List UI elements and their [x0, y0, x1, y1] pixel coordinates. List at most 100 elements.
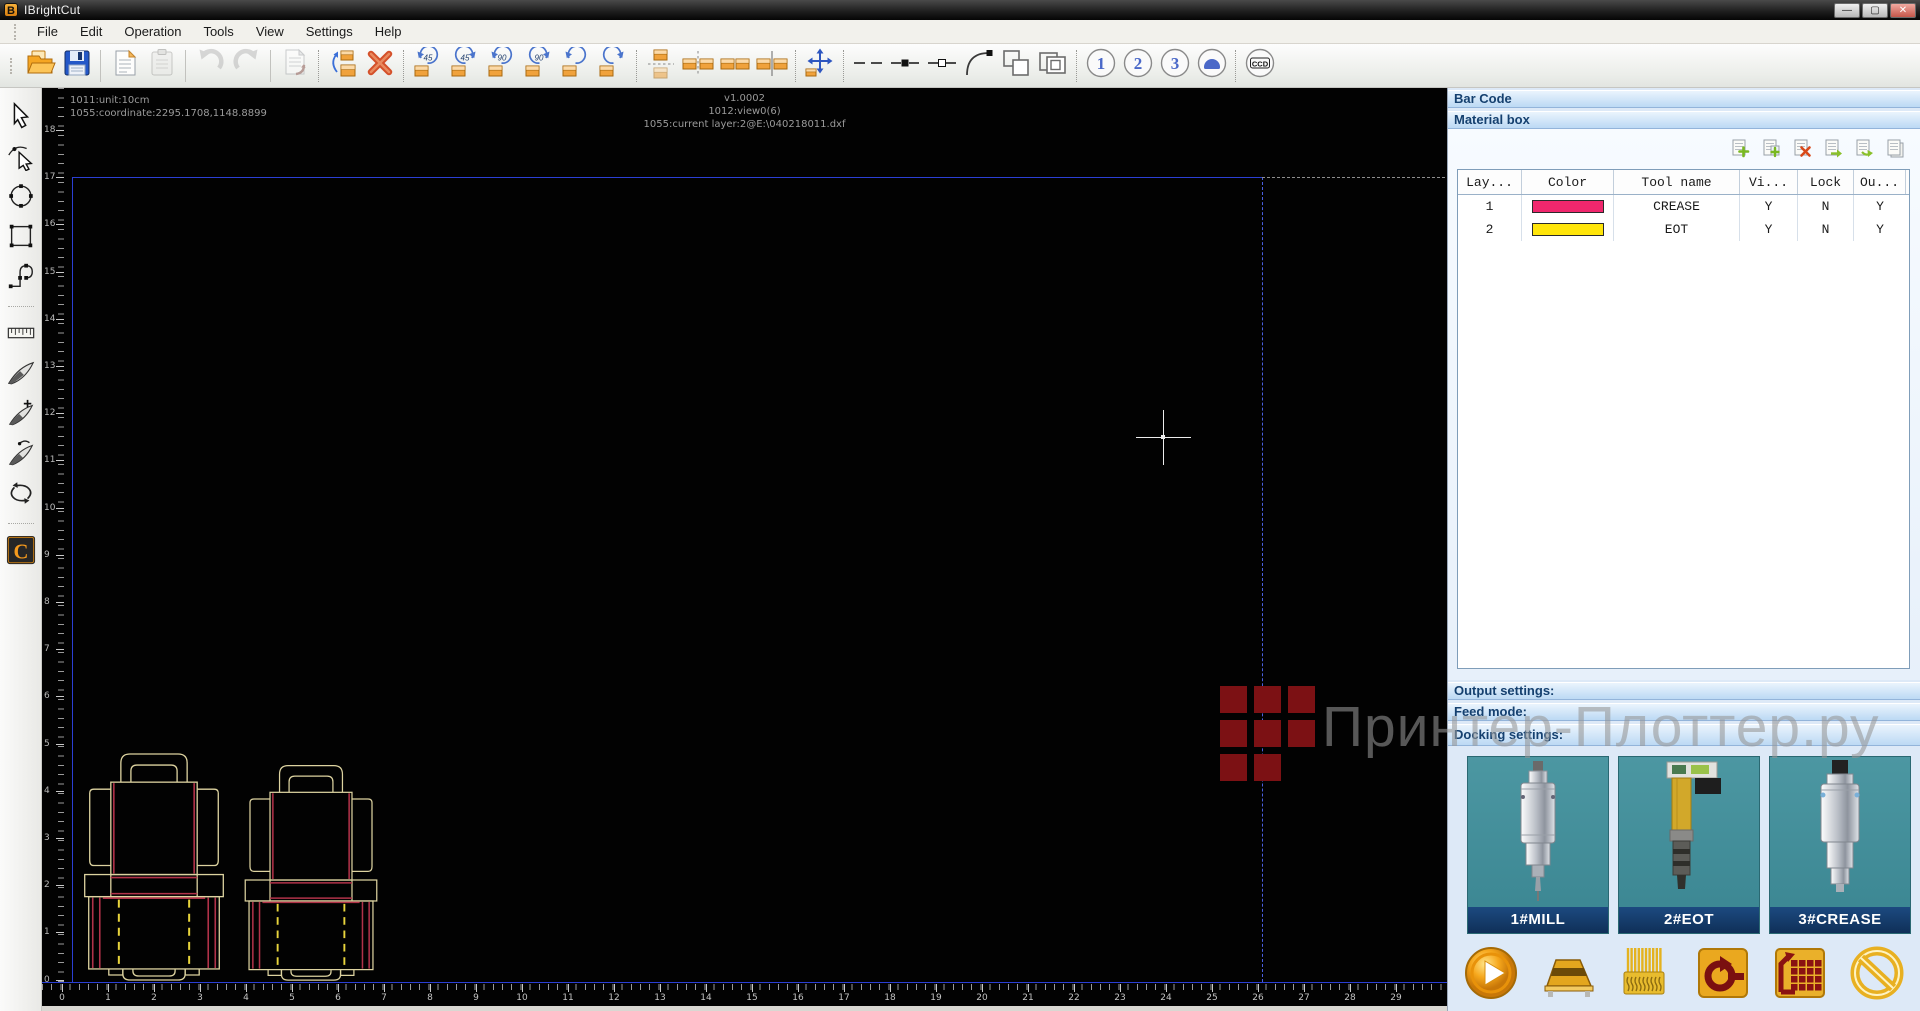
insert-layer-icon: [1760, 146, 1782, 163]
view-all-icon: [1196, 47, 1228, 84]
svg-text:CCD: CCD: [1251, 60, 1268, 69]
menu-item-tools[interactable]: Tools: [193, 22, 243, 41]
svg-text:3: 3: [1170, 54, 1179, 73]
combine-rects-button[interactable]: [1034, 47, 1071, 85]
layer-row-1[interactable]: 1CREASEYNY: [1458, 195, 1909, 218]
minimize-button[interactable]: —: [1834, 3, 1860, 18]
measure-tool-button[interactable]: [4, 315, 38, 355]
ccd-button[interactable]: CCD: [1241, 47, 1278, 85]
rotate-90-ccw-icon: 90: [486, 47, 518, 84]
knife-curve-tool-button[interactable]: [4, 435, 38, 475]
add-layer-icon: [1729, 146, 1751, 163]
menu-item-help[interactable]: Help: [365, 22, 412, 41]
paste-button[interactable]: [143, 47, 180, 85]
layer-color-swatch[interactable]: [1532, 223, 1604, 236]
stop-button[interactable]: [1848, 944, 1906, 1007]
rotate-cw-button[interactable]: [594, 47, 631, 85]
undo-button[interactable]: [191, 47, 228, 85]
flip-v-button[interactable]: [642, 47, 679, 85]
select-tool-button[interactable]: [4, 98, 38, 138]
path-icon: [6, 261, 36, 296]
layer-row-2[interactable]: 2EOTYNY: [1458, 218, 1909, 241]
path-tool-button[interactable]: [4, 258, 38, 298]
menu-item-edit[interactable]: Edit: [70, 22, 112, 41]
loop-tool-button[interactable]: [4, 475, 38, 515]
rectangle-tool-button[interactable]: [4, 218, 38, 258]
sequence-icon: [327, 47, 359, 84]
lock-flag: N: [1798, 195, 1854, 218]
line-node-hollow-button[interactable]: [923, 47, 960, 85]
die-cut-drawing-1[interactable]: [78, 746, 230, 982]
docking-tool-label: 3#CREASE: [1770, 907, 1910, 933]
rotate-45-ccw-button[interactable]: 45: [409, 47, 446, 85]
open-button[interactable]: [21, 47, 58, 85]
section-bar-code[interactable]: Bar Code: [1448, 90, 1920, 108]
ellipse-tool-button[interactable]: [4, 178, 38, 218]
feed-button[interactable]: [1539, 944, 1597, 1007]
mirror-x-button[interactable]: [679, 47, 716, 85]
save-button[interactable]: [58, 47, 95, 85]
view-2-button[interactable]: 2: [1119, 47, 1156, 85]
lower-layer-button[interactable]: [1853, 137, 1875, 161]
insert-layer-button[interactable]: [1760, 137, 1782, 161]
layer-color-swatch[interactable]: [1532, 200, 1604, 213]
line-node-filled-button[interactable]: [886, 47, 923, 85]
side-toolbar-separator: [8, 306, 34, 307]
brand-tool-button[interactable]: C: [4, 532, 38, 572]
combine-squares-button[interactable]: [997, 47, 1034, 85]
move-button[interactable]: [801, 47, 838, 85]
toolbar-separator: [1076, 50, 1077, 82]
rotate-90-ccw-button[interactable]: 90: [483, 47, 520, 85]
view-3-button[interactable]: 3: [1156, 47, 1193, 85]
section-docking-settings[interactable]: Docking settings:: [1448, 724, 1920, 746]
node-edit-icon: [6, 141, 36, 176]
rotate-feed-button[interactable]: [1694, 944, 1752, 1007]
canvas-bottom-edge: [42, 1006, 1447, 1011]
menu-item-view[interactable]: View: [246, 22, 294, 41]
line-plain-button[interactable]: [849, 47, 886, 85]
rotate-45-cw-button[interactable]: 45: [446, 47, 483, 85]
toolbar-separator: [270, 50, 271, 82]
close-button[interactable]: ✕: [1890, 3, 1916, 18]
die-cut-drawing-2[interactable]: [228, 758, 394, 982]
export-doc-button[interactable]: [276, 47, 313, 85]
add-layer-button[interactable]: [1729, 137, 1751, 161]
section-material-box[interactable]: Material box: [1448, 111, 1920, 129]
rotate-90-cw-button[interactable]: 90: [520, 47, 557, 85]
redo-button[interactable]: [228, 47, 265, 85]
maximize-button[interactable]: ▢: [1862, 3, 1888, 18]
view-all-button[interactable]: [1193, 47, 1230, 85]
layer-number: 1: [1458, 195, 1522, 218]
mirror-line-button[interactable]: [753, 47, 790, 85]
menu-item-file[interactable]: File: [27, 22, 68, 41]
raise-layer-button[interactable]: [1822, 137, 1844, 161]
svg-text:90: 90: [534, 54, 543, 63]
delete-button[interactable]: [361, 47, 398, 85]
delete-layer-button[interactable]: [1791, 137, 1813, 161]
docking-tool-mill[interactable]: 1#MILL: [1467, 756, 1609, 934]
rotate-ccw-button[interactable]: [557, 47, 594, 85]
docking-tool-crease[interactable]: 3#CREASE: [1769, 756, 1911, 934]
node-edit-tool-button[interactable]: [4, 138, 38, 178]
sequence-button[interactable]: [324, 47, 361, 85]
brush-button[interactable]: [1616, 944, 1674, 1007]
mirror-y-button[interactable]: [716, 47, 753, 85]
start-button[interactable]: [1462, 944, 1520, 1007]
delete-icon: [364, 47, 396, 84]
knife-tool-button[interactable]: [4, 355, 38, 395]
section-feed-mode[interactable]: Feed mode:: [1448, 703, 1920, 721]
chart-button[interactable]: [1771, 944, 1829, 1007]
menu-item-settings[interactable]: Settings: [296, 22, 363, 41]
menu-item-operation[interactable]: Operation: [114, 22, 191, 41]
arc-button[interactable]: [960, 47, 997, 85]
view-1-button[interactable]: 1: [1082, 47, 1119, 85]
section-output-settings[interactable]: Output settings:: [1448, 682, 1920, 700]
copy-button[interactable]: [106, 47, 143, 85]
copy-layer-button[interactable]: [1884, 137, 1906, 161]
axis-vertical: [72, 177, 73, 982]
layer-number: 2: [1458, 218, 1522, 241]
brush-icon: [1616, 989, 1674, 1006]
drawing-canvas[interactable]: 1011:unit:10cm 1055:coordinate:2295.1708…: [42, 88, 1447, 1011]
docking-tool-eot[interactable]: 2#EOT: [1618, 756, 1760, 934]
knife-add-tool-button[interactable]: [4, 395, 38, 435]
